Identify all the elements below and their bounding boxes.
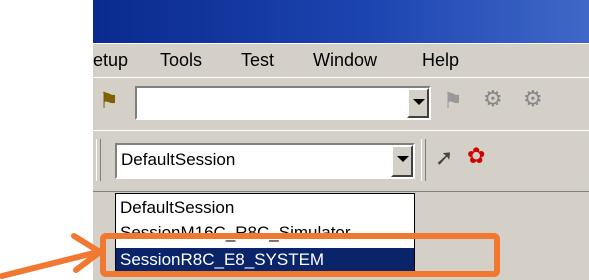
menu-bar: etup Tools Test Window Help <box>93 43 589 77</box>
menu-test[interactable]: Test <box>241 50 274 71</box>
menu-tools[interactable]: Tools <box>160 50 202 71</box>
session-toolbar: DefaultSession ➚ ✿ <box>93 130 589 192</box>
bookmark-icon[interactable]: ⚙ <box>523 88 543 110</box>
find-icon[interactable]: ⚑ <box>99 90 119 112</box>
toolbar-separator <box>421 139 426 181</box>
menu-setup[interactable]: etup <box>93 50 128 71</box>
toolbar-grip[interactable] <box>96 139 101 181</box>
connect-icon[interactable]: ➚ <box>435 147 453 169</box>
menu-window[interactable]: Window <box>313 50 377 71</box>
highlight-box <box>100 233 500 277</box>
menu-help[interactable]: Help <box>422 50 459 71</box>
search-combo-dropdown-button[interactable] <box>407 88 429 118</box>
search-combo[interactable] <box>135 86 431 120</box>
session-option-default[interactable]: DefaultSession <box>116 196 414 220</box>
session-combo[interactable]: DefaultSession <box>115 143 415 179</box>
pointer-arrow-icon <box>0 233 103 279</box>
find-in-files-icon[interactable]: ⚑ <box>443 90 463 112</box>
application-window: etup Tools Test Window Help ⚑ ⚑ ⚙ ⚙ Defa… <box>93 0 589 280</box>
debug-session-icon[interactable]: ✿ <box>467 145 485 167</box>
session-combo-value: DefaultSession <box>121 150 236 169</box>
session-combo-dropdown-button[interactable] <box>391 145 413 177</box>
search-toolbar: ⚑ ⚑ ⚙ ⚙ <box>93 77 589 131</box>
title-bar <box>93 0 589 43</box>
replace-icon[interactable]: ⚙ <box>483 88 503 110</box>
